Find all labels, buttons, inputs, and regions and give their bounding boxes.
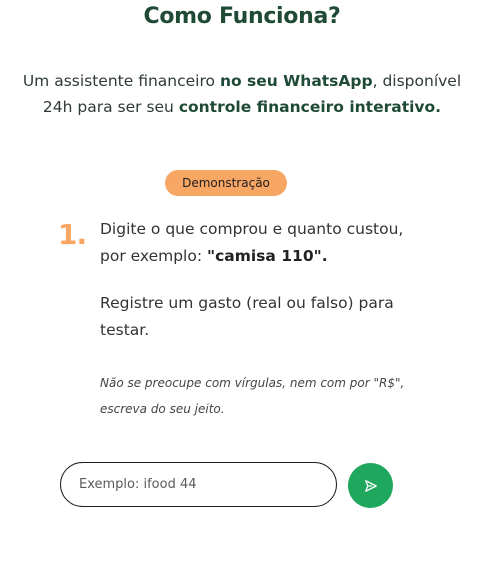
intro-bold-2: controle financeiro interativo. [178,98,442,116]
how-it-works-page: Como Funciona? Um assistente financeiro … [0,0,484,566]
step-note: Não se preocupe com vírgulas, nem com po… [100,376,405,416]
send-button[interactable] [348,463,393,508]
expense-input[interactable] [61,463,336,506]
send-icon [364,479,377,492]
step-number: 1. [58,218,87,251]
intro-bold-1: no seu WhatsApp [219,72,373,90]
step-instruction-2: Registre um gasto (real ou falso) para t… [100,294,394,339]
step-example: "camisa 110". [207,247,328,265]
step-instruction: Digite o que comprou e quanto custou, po… [100,216,430,270]
page-title: Como Funciona? [143,4,341,29]
demo-badge: Demonstração [165,170,287,196]
expense-input-wrapper [60,462,337,507]
intro-part-1: Um assistente financeiro [22,72,220,90]
intro-text: Um assistente financeiro no seu WhatsApp… [20,68,464,120]
